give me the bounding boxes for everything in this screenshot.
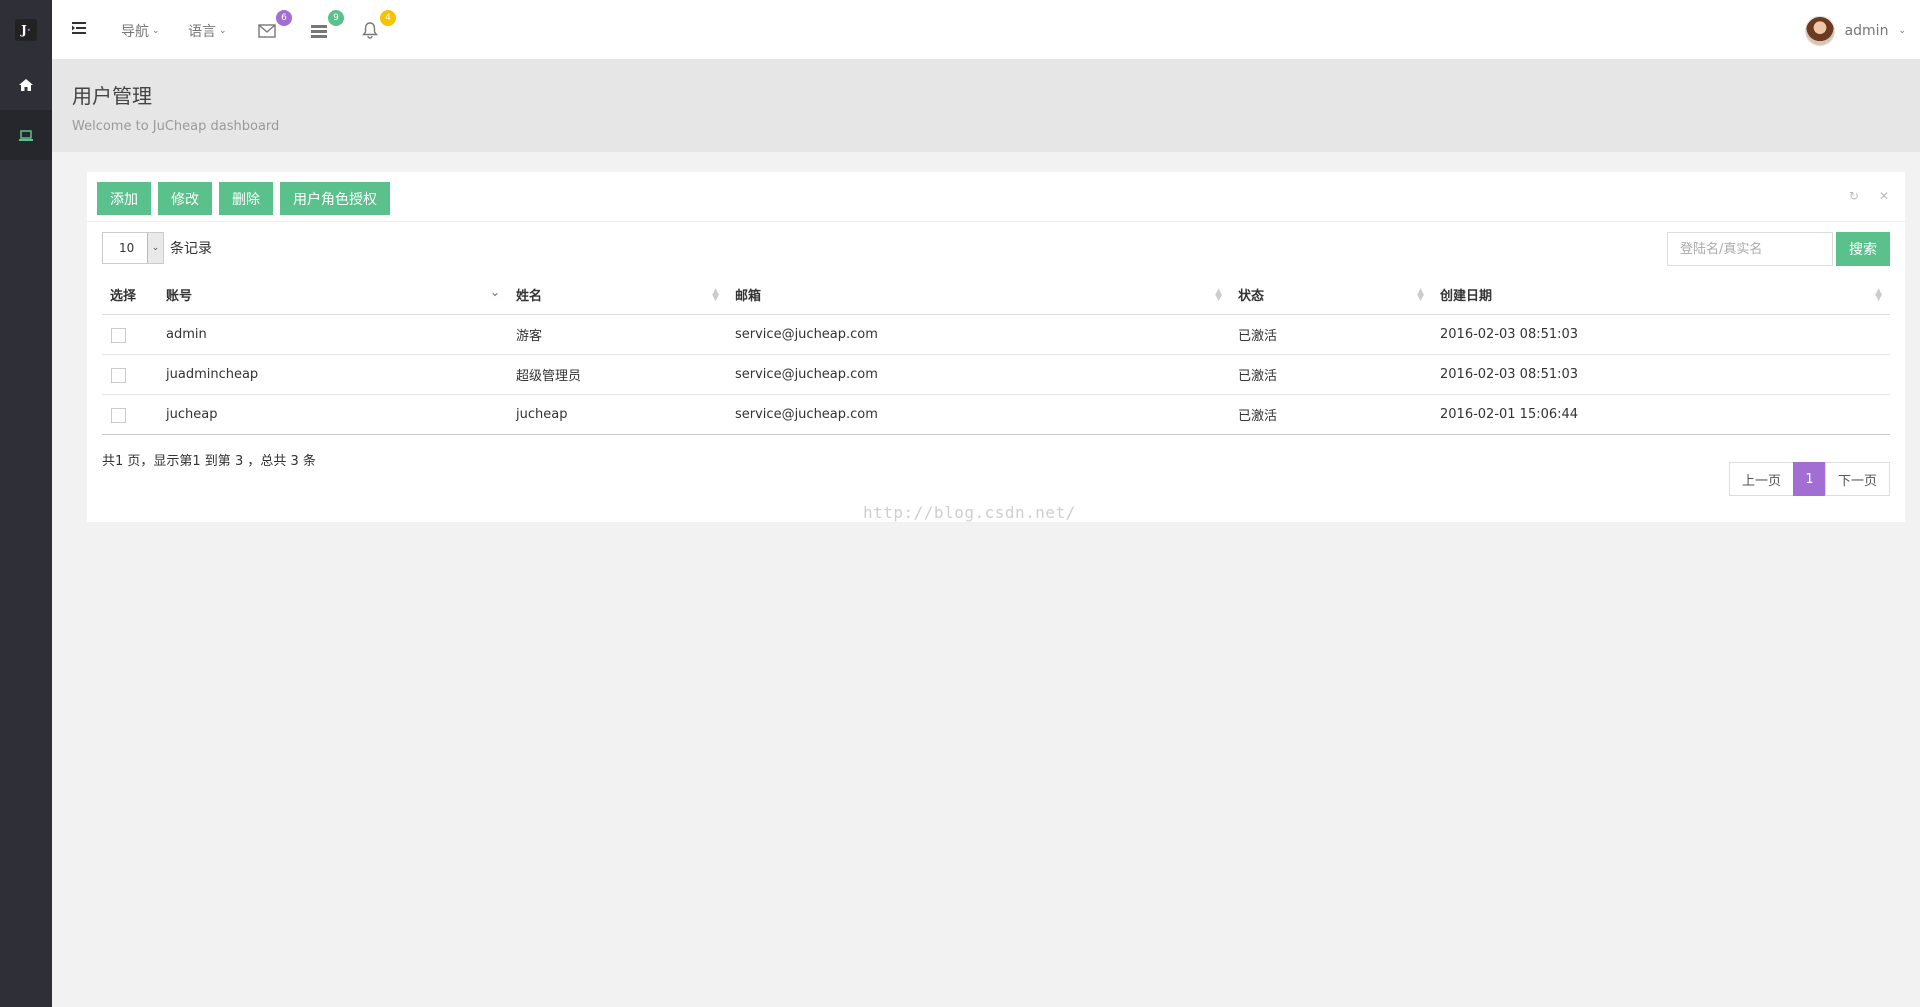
search-button[interactable]: 搜索: [1836, 232, 1890, 266]
page-length-select[interactable]: 10 ⌄: [102, 232, 164, 264]
page-length-control: 10 ⌄ 条记录: [102, 232, 212, 264]
delete-button[interactable]: 删除: [219, 182, 273, 215]
messages-button[interactable]: 6: [258, 10, 292, 42]
search-bar: 搜索: [1667, 232, 1890, 266]
notifications-count-badge: 4: [380, 10, 396, 26]
watermark: http://blog.csdn.net/: [863, 503, 1076, 522]
column-header-created[interactable]: 创建日期 ▲ ▼: [1432, 276, 1890, 315]
assign-roles-button[interactable]: 用户角色授权: [280, 182, 390, 215]
page-length-suffix: 条记录: [170, 241, 212, 257]
account-cell: admin: [158, 314, 508, 355]
column-header-select: 选择: [102, 276, 158, 315]
column-header-account[interactable]: 账号 ⌄: [158, 276, 508, 315]
bell-icon: [362, 22, 378, 39]
row-checkbox[interactable]: [111, 328, 126, 343]
email-cell: service@jucheap.com: [727, 354, 1230, 395]
top-navbar: 导航 ⌄ 语言 ⌄ 6 9 4 admin ⌄: [52, 0, 1920, 60]
row-select-cell: [102, 394, 158, 435]
panel-tools: ↻ ✕: [1849, 189, 1889, 203]
sort-icon: ▲ ▼: [1215, 287, 1222, 303]
name-cell: jucheap: [508, 394, 727, 435]
logo[interactable]: J ·: [0, 0, 52, 60]
refresh-icon[interactable]: ↻: [1849, 189, 1859, 203]
prev-page-button[interactable]: 上一页: [1728, 462, 1794, 496]
table-row[interactable]: admin 游客 service@jucheap.com 已激活 2016-02…: [102, 314, 1890, 355]
table-controls: 10 ⌄ 条记录 搜索: [87, 222, 1905, 276]
menu-toggle-button[interactable]: [72, 22, 86, 38]
row-checkbox[interactable]: [111, 368, 126, 383]
user-menu[interactable]: admin ⌄: [1804, 16, 1906, 46]
header-label: 选择: [110, 289, 137, 305]
chevron-down-icon: ⌄: [1898, 26, 1906, 36]
created-cell: 2016-02-01 15:06:44: [1432, 394, 1890, 435]
header-label: 创建日期: [1440, 289, 1493, 305]
chevron-down-icon: ⌄: [147, 233, 163, 263]
name-cell: 游客: [508, 314, 727, 355]
envelope-icon: [258, 24, 276, 38]
language-dropdown[interactable]: 语言 ⌄: [188, 21, 227, 41]
sort-icon: ▲ ▼: [1875, 287, 1882, 303]
page-header: 用户管理 Welcome to JuCheap dashboard: [52, 60, 1920, 152]
header-label: 姓名: [516, 289, 543, 305]
laptop-icon: [19, 129, 33, 141]
chevron-down-icon: ⌄: [219, 26, 227, 36]
sidebar: J ·: [0, 0, 52, 1007]
sort-desc-icon: ⌄: [489, 285, 500, 299]
home-icon: [19, 79, 33, 91]
page-length-value: 10: [119, 241, 135, 255]
column-header-status[interactable]: 状态 ▲ ▼: [1230, 276, 1432, 315]
email-cell: service@jucheap.com: [727, 394, 1230, 435]
language-dropdown-label: 语言: [188, 24, 216, 40]
sort-icon: ▲ ▼: [1417, 287, 1424, 303]
tasks-count-badge: 9: [328, 10, 344, 26]
table-info: 共1 页，显示第1 到第 3 ，总共 3 条: [102, 454, 316, 469]
page-subtitle: Welcome to JuCheap dashboard: [72, 119, 280, 134]
header-label: 邮箱: [735, 289, 762, 305]
page-title: 用户管理: [72, 84, 152, 108]
chevron-down-icon: ⌄: [152, 26, 160, 36]
header-label: 状态: [1238, 289, 1265, 305]
search-input[interactable]: [1667, 232, 1833, 266]
account-cell: jucheap: [158, 394, 508, 435]
messages-count-badge: 6: [276, 10, 292, 26]
pagination: 上一页 1 下一页: [1728, 462, 1890, 496]
notifications-button[interactable]: 4: [362, 10, 396, 42]
user-list-panel: 添加 修改 删除 用户角色授权 ↻ ✕ 10 ⌄ 条记录 搜索 选择 账号 ⌄: [87, 172, 1905, 522]
account-cell: juadmincheap: [158, 354, 508, 395]
indent-menu-icon: [72, 22, 86, 34]
edit-button[interactable]: 修改: [158, 182, 212, 215]
brand-logo-icon: J ·: [15, 19, 37, 41]
nav-dropdown[interactable]: 导航 ⌄: [121, 21, 160, 41]
sidebar-item-laptop[interactable]: [0, 110, 52, 160]
table-row[interactable]: juadmincheap 超级管理员 service@jucheap.com 已…: [102, 354, 1890, 395]
close-icon[interactable]: ✕: [1879, 189, 1889, 203]
email-cell: service@jucheap.com: [727, 314, 1230, 355]
tasks-button[interactable]: 9: [310, 10, 344, 42]
status-cell: 已激活: [1230, 354, 1432, 395]
header-label: 账号: [166, 289, 193, 305]
row-checkbox[interactable]: [111, 408, 126, 423]
add-button[interactable]: 添加: [97, 182, 151, 215]
created-cell: 2016-02-03 08:51:03: [1432, 354, 1890, 395]
name-cell: 超级管理员: [508, 354, 727, 395]
status-cell: 已激活: [1230, 394, 1432, 435]
column-header-email[interactable]: 邮箱 ▲ ▼: [727, 276, 1230, 315]
user-name: admin: [1844, 23, 1889, 39]
row-select-cell: [102, 354, 158, 395]
next-page-button[interactable]: 下一页: [1824, 462, 1890, 496]
users-table: 选择 账号 ⌄ 姓名 ▲ ▼ 邮箱 ▲ ▼ 状态 ▲ ▼ 创建日期 ▲ ▼ admin 游客 se…: [102, 276, 1890, 435]
column-header-name[interactable]: 姓名 ▲ ▼: [508, 276, 727, 315]
page-button-current[interactable]: 1: [1792, 462, 1826, 496]
avatar: [1804, 16, 1835, 46]
sort-icon: ▲ ▼: [712, 287, 719, 303]
sidebar-item-home[interactable]: [0, 60, 52, 110]
table-row[interactable]: jucheap jucheap service@jucheap.com 已激活 …: [102, 394, 1890, 435]
created-cell: 2016-02-03 08:51:03: [1432, 314, 1890, 355]
status-cell: 已激活: [1230, 314, 1432, 355]
row-select-cell: [102, 314, 158, 355]
tasks-icon: [311, 25, 327, 38]
table-header-row: 选择 账号 ⌄ 姓名 ▲ ▼ 邮箱 ▲ ▼ 状态 ▲ ▼ 创建日期 ▲ ▼: [102, 276, 1890, 315]
nav-dropdown-label: 导航: [121, 24, 149, 40]
panel-toolbar: 添加 修改 删除 用户角色授权 ↻ ✕: [87, 172, 1905, 222]
